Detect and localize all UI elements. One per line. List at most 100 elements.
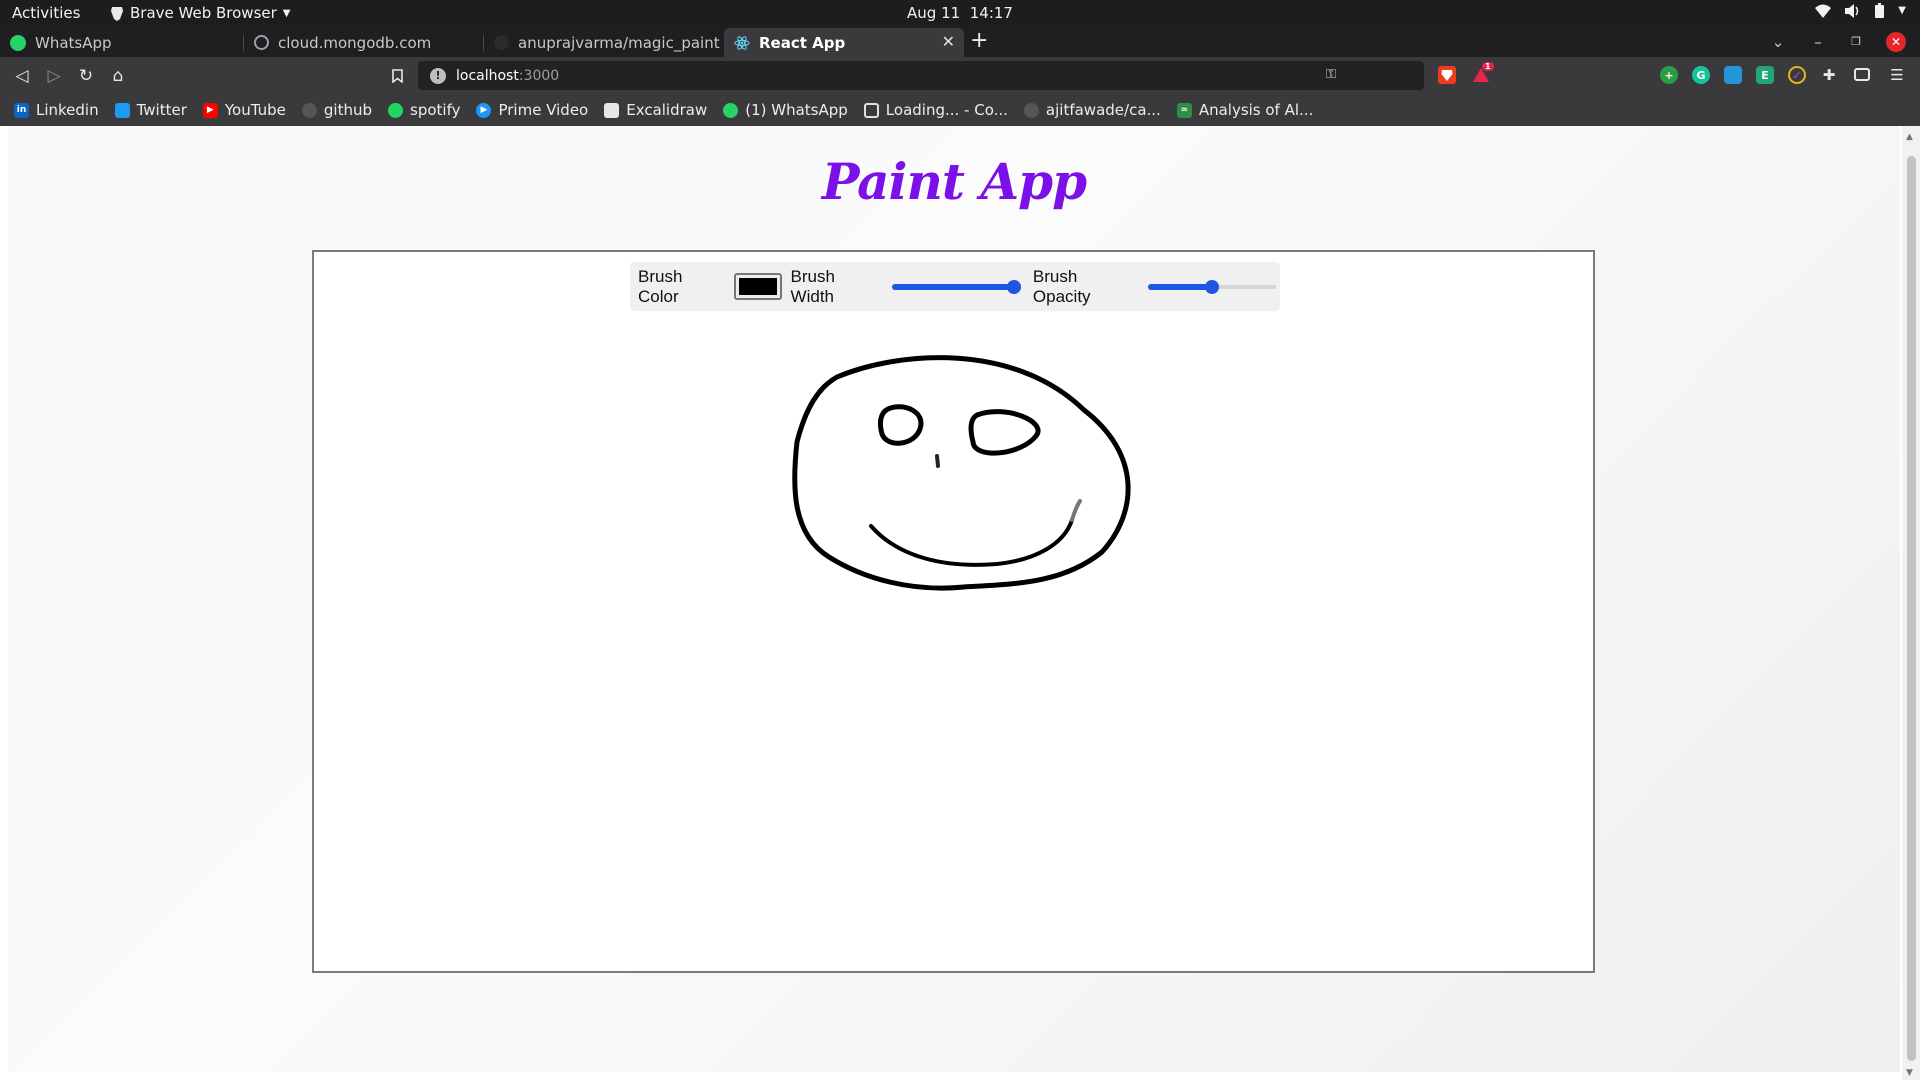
bookmark-item[interactable]: ∞ Analysis of Al... xyxy=(1176,101,1313,119)
extension-plus-icon[interactable]: + xyxy=(1660,66,1678,84)
tab-whatsapp[interactable]: WhatsApp xyxy=(0,28,244,57)
brush-color-picker[interactable] xyxy=(733,273,782,300)
tab-mongodb[interactable]: cloud.mongodb.com xyxy=(244,28,484,57)
whatsapp-icon xyxy=(723,102,739,118)
slider-knob[interactable] xyxy=(1007,279,1022,294)
url-host: localhost xyxy=(456,67,519,84)
slider-fill xyxy=(892,283,1015,290)
tab-strip: WhatsApp cloud.mongodb.com anuprajvarma/… xyxy=(0,26,1920,57)
restore-window-icon[interactable]: ❐ xyxy=(1844,26,1868,57)
brush-opacity-slider[interactable] xyxy=(1148,279,1277,295)
paint-canvas[interactable]: Brush Color Brush Width Brush Opacity xyxy=(312,250,1595,973)
brush-width-slider[interactable] xyxy=(892,279,1022,295)
battery-icon xyxy=(1875,3,1885,18)
minimize-window-icon[interactable]: – xyxy=(1806,26,1830,57)
browser-toolbar: ◁ ▷ ↻ ⌂ ! localhost:3000 ⚿ 1 + G E ✓ ✚ ☰ xyxy=(0,57,1920,94)
bookmark-label: Linkedin xyxy=(36,101,99,119)
bookmark-item[interactable]: in Linkedin xyxy=(14,101,99,119)
tab-title: React App xyxy=(759,33,846,52)
youtube-icon: ▶ xyxy=(202,102,218,118)
date-text: Aug 11 xyxy=(907,4,961,22)
bookmark-item[interactable]: spotify xyxy=(388,101,460,119)
github-icon xyxy=(1023,102,1039,118)
smiley-drawing xyxy=(792,355,1131,591)
bookmark-item[interactable]: Twitter xyxy=(114,101,187,119)
key-icon[interactable]: ⚿ xyxy=(1326,67,1336,82)
wallet-icon[interactable] xyxy=(1854,68,1870,81)
extension-check-icon[interactable]: ✓ xyxy=(1788,66,1806,84)
extensions-puzzle-icon[interactable]: ✚ xyxy=(1820,66,1838,84)
tab-search-chevron-icon[interactable]: ⌄ xyxy=(1766,26,1790,57)
bookmark-label: ajitfawade/ca... xyxy=(1045,101,1161,119)
activities-button[interactable]: Activities xyxy=(12,4,80,22)
bookmark-item[interactable]: (1) WhatsApp xyxy=(723,101,848,119)
tab-github-magic-paint[interactable]: anuprajvarma/magic_paint xyxy=(484,28,724,57)
slider-knob[interactable] xyxy=(1205,279,1220,294)
address-bar[interactable]: ! localhost:3000 ⚿ xyxy=(418,61,1424,90)
clock-button[interactable]: Aug 11 14:17 xyxy=(907,4,1013,22)
volume-icon xyxy=(1845,3,1859,18)
wifi-icon xyxy=(1815,4,1832,18)
rewards-badge: 1 xyxy=(1482,62,1494,71)
brush-color-swatch xyxy=(738,278,777,295)
page-icon xyxy=(863,102,879,118)
brave-rewards-icon[interactable]: 1 xyxy=(1472,62,1494,84)
scrollbar-thumb[interactable] xyxy=(1907,156,1916,1061)
new-tab-button[interactable]: + xyxy=(970,28,988,54)
reload-icon[interactable]: ↻ xyxy=(75,65,97,87)
brush-opacity-label: Brush Opacity xyxy=(1032,266,1091,306)
bookmark-item[interactable]: github xyxy=(301,101,372,119)
brave-shields-icon[interactable] xyxy=(1438,66,1456,84)
bookmark-item[interactable]: ▶ Prime Video xyxy=(476,101,588,119)
face-outline-stroke xyxy=(792,355,1131,591)
bookmark-label: Excalidraw xyxy=(626,101,708,119)
scroll-down-icon[interactable]: ▼ xyxy=(1906,1068,1913,1078)
bookmark-label: (1) WhatsApp xyxy=(745,101,848,119)
app-menu[interactable]: Brave Web Browser ▼ xyxy=(110,4,290,22)
tab-react-app[interactable]: React App ✕ xyxy=(724,28,964,57)
excalidraw-icon xyxy=(604,102,620,118)
scroll-up-icon[interactable]: ▲ xyxy=(1906,132,1913,142)
page-viewport: Paint App Brush Color Brush Width Brush … xyxy=(8,126,1900,1072)
url-port: :3000 xyxy=(518,67,560,84)
bookmark-label: spotify xyxy=(410,101,461,119)
brave-lion-icon xyxy=(111,7,123,21)
grammarly-icon[interactable]: G xyxy=(1692,66,1710,84)
bookmark-item[interactable]: Excalidraw xyxy=(604,101,707,119)
menu-hamburger-icon[interactable]: ☰ xyxy=(1888,66,1906,84)
bookmark-item[interactable]: Loading... - Co... xyxy=(863,101,1008,119)
chevron-down-icon: ▼ xyxy=(282,7,291,19)
spotify-icon xyxy=(388,102,403,118)
bookmark-item[interactable]: ▶ YouTube xyxy=(202,101,286,119)
home-icon[interactable]: ⌂ xyxy=(107,65,129,87)
twitter-icon xyxy=(114,102,130,118)
nose-stroke xyxy=(935,454,940,468)
site-info-icon[interactable]: ! xyxy=(430,67,446,84)
bookmark-icon[interactable] xyxy=(386,65,408,87)
close-tab-icon[interactable]: ✕ xyxy=(942,32,955,51)
extension-window-icon[interactable] xyxy=(1724,66,1742,84)
linkedin-icon: in xyxy=(14,102,29,118)
brush-color-label: Brush Color xyxy=(638,266,683,306)
prime-video-icon: ▶ xyxy=(476,102,492,118)
close-window-icon[interactable]: ✕ xyxy=(1884,26,1908,57)
tab-title: cloud.mongodb.com xyxy=(278,33,432,52)
extension-e-icon[interactable]: E xyxy=(1756,66,1774,84)
page-scrollbar[interactable]: ▲ ▼ xyxy=(1902,126,1920,1080)
slider-fill xyxy=(1148,283,1213,290)
back-icon[interactable]: ◁ xyxy=(11,65,33,87)
bookmark-label: Twitter xyxy=(136,101,187,119)
right-eye-stroke xyxy=(968,409,1041,456)
brush-width-label: Brush Width xyxy=(790,266,835,306)
bookmarks-bar: in Linkedin Twitter ▶ YouTube github spotify ▶ P… xyxy=(0,94,1920,126)
left-eye-stroke xyxy=(877,404,924,446)
bookmark-item[interactable]: ajitfawade/ca... xyxy=(1023,101,1161,119)
tab-title: WhatsApp xyxy=(35,33,112,52)
github-icon xyxy=(494,35,509,50)
system-top-bar: Activities Brave Web Browser ▼ Aug 11 14… xyxy=(0,0,1920,26)
system-tray[interactable]: ▼ xyxy=(1815,3,1906,18)
page-title: Paint App xyxy=(821,152,1087,211)
forward-icon[interactable]: ▷ xyxy=(43,65,65,87)
system-menu-chevron-icon: ▼ xyxy=(1898,5,1906,16)
bookmark-label: Prime Video xyxy=(498,101,589,119)
